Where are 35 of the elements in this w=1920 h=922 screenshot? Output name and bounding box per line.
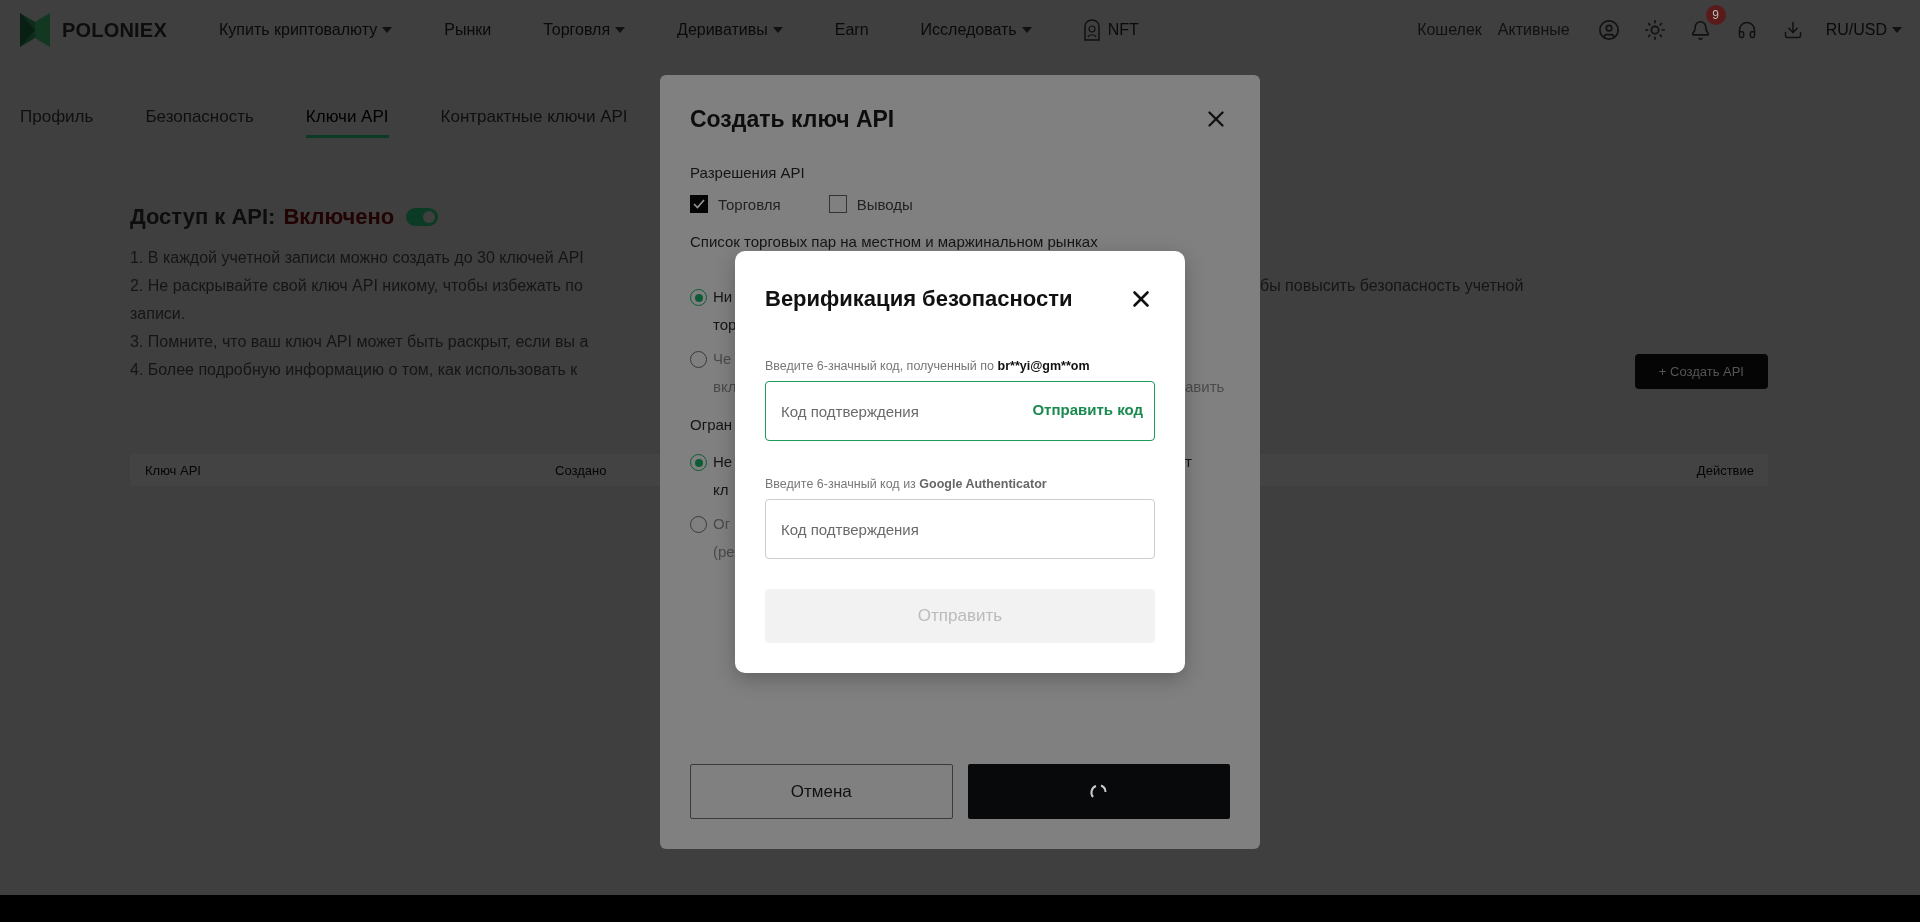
status-text: Включено: [283, 204, 395, 230]
logo-icon: [20, 13, 50, 47]
column-header: Создано: [555, 462, 607, 478]
dialog-title: Верификация безопасности: [765, 285, 1073, 312]
option-text: кл: [713, 480, 729, 498]
field-label: Огран: [690, 416, 734, 433]
option-text: т: [1185, 452, 1192, 470]
field-label: Разрешения API: [690, 164, 806, 181]
tab[interactable]: Ключи API: [305, 107, 389, 138]
field-label: Список торговых пар на местном и маржинальном рынках: [690, 233, 1099, 250]
column-header: Действие: [1696, 462, 1754, 478]
send-code-link[interactable]: Отправить код: [1032, 401, 1143, 419]
create-api-button[interactable]: + Создать API: [1634, 354, 1768, 389]
checkbox[interactable]: [690, 195, 708, 213]
option-text: Не: [713, 452, 733, 470]
cancel-button[interactable]: Отмена: [690, 764, 953, 819]
checkbox[interactable]: [828, 195, 847, 213]
caret-icon: [382, 27, 393, 33]
column-header: Ключ API: [145, 462, 201, 478]
dialog-title: Создать ключ API: [690, 105, 895, 133]
bell-icon: [1690, 19, 1712, 41]
caret-icon: [1892, 27, 1902, 33]
caret-icon: [615, 27, 626, 33]
caret-icon: [772, 27, 783, 33]
field-hint: Введите 6-значный код из Google Authenticator: [765, 477, 1048, 492]
checkbox-label: Торговля: [718, 195, 781, 213]
caret-icon: [1021, 27, 1032, 33]
field-hint: Введите 6-значный код, полученный по br**yi@gm**om: [765, 359, 1091, 374]
toggle-switch[interactable]: [406, 208, 439, 226]
checkbox-label: Выводы: [856, 195, 913, 213]
notification-badge: 9: [1705, 5, 1726, 25]
option-text: Ни: [713, 287, 733, 305]
notifications-button[interactable]: 9: [1687, 5, 1726, 43]
frame-icon: [1083, 19, 1100, 41]
code-field[interactable]: Код подтверждения: [765, 499, 1155, 560]
